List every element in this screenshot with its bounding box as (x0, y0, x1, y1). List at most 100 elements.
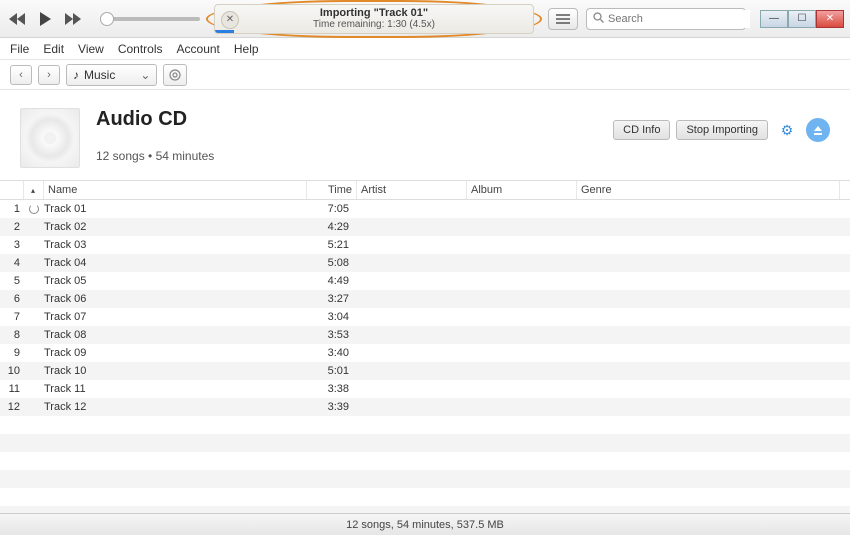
empty-row (0, 470, 850, 488)
track-time: 5:08 (307, 257, 357, 269)
track-number: 8 (0, 329, 24, 341)
import-indicator (24, 204, 44, 214)
track-name: Track 05 (44, 275, 307, 287)
menu-edit[interactable]: Edit (43, 42, 64, 56)
empty-stripes (0, 416, 850, 524)
menu-file[interactable]: File (10, 42, 29, 56)
table-row[interactable]: 12Track 123:39 (0, 398, 850, 416)
nav-bar: ‹ › ♪ Music ⌄ (0, 60, 850, 90)
track-number: 2 (0, 221, 24, 233)
menu-help[interactable]: Help (234, 42, 259, 56)
menu-account[interactable]: Account (177, 42, 220, 56)
track-name: Track 04 (44, 257, 307, 269)
volume-slider[interactable] (100, 17, 200, 21)
track-number: 6 (0, 293, 24, 305)
volume-knob[interactable] (100, 12, 114, 26)
forward-button[interactable]: › (38, 65, 60, 85)
track-name: Track 07 (44, 311, 307, 323)
track-time: 3:53 (307, 329, 357, 341)
dropdown-label: Music (84, 68, 115, 82)
menu-view[interactable]: View (78, 42, 104, 56)
music-icon: ♪ (73, 68, 79, 82)
search-box[interactable] (586, 8, 746, 30)
col-artist[interactable]: Artist (357, 181, 467, 199)
search-icon (593, 12, 604, 26)
track-time: 4:49 (307, 275, 357, 287)
right-controls: — ☐ ✕ (548, 8, 844, 30)
track-time: 5:21 (307, 239, 357, 251)
back-button[interactable]: ‹ (10, 65, 32, 85)
track-time: 3:04 (307, 311, 357, 323)
track-time: 5:01 (307, 365, 357, 377)
stop-importing-button[interactable]: Stop Importing (676, 120, 768, 140)
status-lcd: ✕ Importing "Track 01" Time remaining: 1… (214, 4, 534, 34)
lcd-title: Importing "Track 01" (320, 7, 428, 19)
table-row[interactable]: 1 Track 017:05 (0, 200, 850, 218)
menu-controls[interactable]: Controls (118, 42, 163, 56)
empty-row (0, 452, 850, 470)
col-album[interactable]: Album (467, 181, 577, 199)
play-button[interactable] (34, 8, 56, 30)
col-genre[interactable]: Genre (577, 181, 840, 199)
cd-title: Audio CD (96, 108, 214, 131)
col-blank[interactable] (0, 181, 24, 199)
list-view-button[interactable] (548, 8, 578, 30)
status-bar: 12 songs, 54 minutes, 537.5 MB (0, 513, 850, 535)
track-number: 7 (0, 311, 24, 323)
library-dropdown[interactable]: ♪ Music ⌄ (66, 64, 157, 86)
track-number: 1 (0, 203, 24, 215)
playback-controls (6, 8, 200, 30)
empty-row (0, 434, 850, 452)
close-button[interactable]: ✕ (816, 10, 844, 28)
col-indicator[interactable]: ▴ (24, 181, 44, 199)
empty-row (0, 416, 850, 434)
track-name: Track 06 (44, 293, 307, 305)
cd-info-button[interactable]: CD Info (613, 120, 670, 140)
search-input[interactable] (608, 10, 750, 28)
empty-row (0, 488, 850, 506)
track-name: Track 03 (44, 239, 307, 251)
eject-button[interactable] (806, 118, 830, 142)
next-button[interactable] (62, 8, 84, 30)
column-headers: ▴ Name Time Artist Album Genre (0, 180, 850, 200)
track-time: 3:27 (307, 293, 357, 305)
activity-button[interactable] (163, 64, 187, 86)
header-buttons: CD Info Stop Importing ⚙ (613, 108, 830, 142)
track-number: 11 (0, 383, 24, 395)
spinner-icon (29, 204, 39, 214)
top-toolbar: ✕ Importing "Track 01" Time remaining: 1… (0, 0, 850, 38)
table-row[interactable]: 8 Track 083:53 (0, 326, 850, 344)
maximize-button[interactable]: ☐ (788, 10, 816, 28)
status-text: 12 songs, 54 minutes, 537.5 MB (346, 519, 504, 531)
sort-arrow-icon: ▴ (31, 186, 35, 195)
table-row[interactable]: 2 Track 024:29 (0, 218, 850, 236)
cd-artwork (20, 108, 80, 168)
cd-header: Audio CD 12 songs • 54 minutes CD Info S… (0, 90, 850, 180)
track-time: 4:29 (307, 221, 357, 233)
table-row[interactable]: 7 Track 073:04 (0, 308, 850, 326)
minimize-button[interactable]: — (760, 10, 788, 28)
table-row[interactable]: 6 Track 063:27 (0, 290, 850, 308)
track-time: 3:38 (307, 383, 357, 395)
table-row[interactable]: 10Track 105:01 (0, 362, 850, 380)
track-time: 3:39 (307, 401, 357, 413)
track-name: Track 01 (44, 203, 307, 215)
track-number: 5 (0, 275, 24, 287)
track-name: Track 09 (44, 347, 307, 359)
track-name: Track 02 (44, 221, 307, 233)
table-row[interactable]: 5 Track 054:49 (0, 272, 850, 290)
table-row[interactable]: 3Track 035:21 (0, 236, 850, 254)
cancel-import-button[interactable]: ✕ (221, 11, 239, 29)
options-button[interactable]: ⚙ (774, 119, 800, 141)
table-row[interactable]: 4Track 045:08 (0, 254, 850, 272)
col-name[interactable]: Name (44, 181, 307, 199)
window-controls: — ☐ ✕ (760, 10, 844, 28)
previous-button[interactable] (6, 8, 28, 30)
import-progress-bar (215, 30, 234, 33)
track-name: Track 11 (44, 383, 307, 395)
track-name: Track 08 (44, 329, 307, 341)
table-row[interactable]: 9Track 093:40 (0, 344, 850, 362)
table-row[interactable]: 11 Track 113:38 (0, 380, 850, 398)
col-time[interactable]: Time (307, 181, 357, 199)
track-time: 7:05 (307, 203, 357, 215)
